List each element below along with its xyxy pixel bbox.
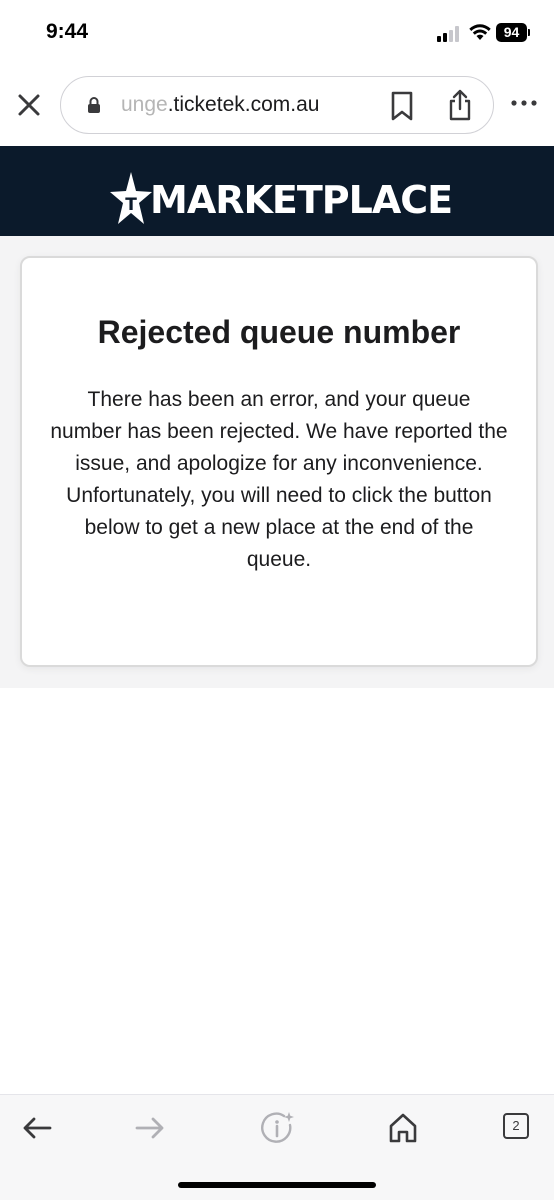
error-title: Rejected queue number bbox=[97, 314, 461, 350]
bookmark-icon[interactable] bbox=[389, 91, 415, 121]
site-header: T MARKETPLACE bbox=[0, 146, 554, 236]
browser-address-row: unge.ticketek.com.au bbox=[0, 64, 554, 146]
screen: 9:44 94 unge.ticketek.com.au T MARKETPLA… bbox=[0, 0, 554, 1200]
battery-tip bbox=[528, 29, 530, 36]
lock-icon bbox=[88, 97, 100, 113]
error-message: There has been an error, and your queue … bbox=[50, 388, 508, 571]
close-icon[interactable] bbox=[14, 90, 44, 120]
home-indicator[interactable] bbox=[178, 1182, 376, 1188]
tabs-icon[interactable]: 2 bbox=[503, 1113, 529, 1139]
logo-mark: T bbox=[125, 195, 137, 215]
status-bar: 9:44 94 bbox=[0, 0, 554, 64]
site-logo-text[interactable]: MARKETPLACE bbox=[150, 178, 453, 222]
url-text-domain: .ticketek.com.au bbox=[167, 93, 320, 116]
content-area: Rejected queue number There has been an … bbox=[0, 236, 554, 688]
back-icon[interactable] bbox=[20, 1111, 54, 1145]
home-icon[interactable] bbox=[386, 1111, 420, 1145]
marketplace-star-logo-icon[interactable]: T bbox=[110, 172, 152, 232]
status-time: 9:44 bbox=[46, 20, 89, 43]
cellular-signal-icon bbox=[437, 26, 463, 42]
url-text-faded: unge bbox=[121, 93, 168, 116]
forward-icon[interactable] bbox=[133, 1111, 167, 1145]
more-icon[interactable] bbox=[510, 98, 538, 108]
url-text[interactable]: unge.ticketek.com.au bbox=[121, 93, 371, 119]
share-icon[interactable] bbox=[447, 89, 473, 121]
battery-level: 94 bbox=[496, 23, 527, 42]
wifi-icon bbox=[469, 24, 491, 40]
error-card: Rejected queue number There has been an … bbox=[20, 256, 538, 667]
address-bar[interactable]: unge.ticketek.com.au bbox=[60, 76, 494, 134]
info-sparkle-icon[interactable] bbox=[260, 1111, 294, 1145]
